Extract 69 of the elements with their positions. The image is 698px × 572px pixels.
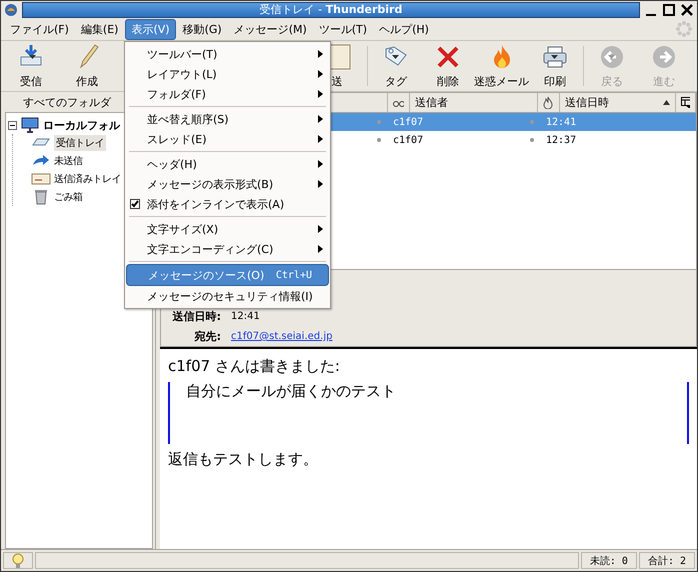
submenu-arrow-icon (318, 90, 323, 98)
toolbar-button[interactable]: 受信 (3, 43, 59, 89)
checkbox[interactable] (130, 199, 140, 209)
menu-entry[interactable]: ツールバー(T) (126, 44, 329, 64)
menu-entry[interactable]: レイアウト(L) (126, 64, 329, 84)
submenu-arrow-icon (318, 160, 323, 168)
submenu-arrow-icon (318, 70, 323, 78)
toolbar-button[interactable]: 作成 (59, 43, 115, 89)
folder-pane-title: すべてのフォルダ (23, 94, 111, 110)
flame-icon[interactable] (543, 96, 553, 109)
toolbar-button[interactable]: 迷惑メール (474, 43, 529, 89)
lightbulb-icon (12, 552, 24, 568)
menu-item[interactable]: ツール(T) (314, 20, 372, 38)
window-title: 受信トレイ - Thunderbird (22, 2, 640, 18)
email-link[interactable]: c1f07@st.seiai.ed.jp (231, 331, 332, 342)
glasses-icon[interactable] (393, 98, 404, 106)
menu-entry[interactable]: ヘッダ(H) (126, 154, 329, 174)
menu-entry[interactable]: メッセージのセキュリティ情報(I) (126, 286, 329, 306)
app-logo-icon (4, 2, 18, 16)
sender-cell-text: c1f07 (392, 134, 424, 146)
menu-entry[interactable]: メッセージの表示形式(B) (126, 174, 329, 194)
envelope-icon (31, 171, 51, 187)
menu-item[interactable]: 表示(V) (125, 18, 176, 40)
attribution-line: c1f07 さんは書きました: (168, 357, 341, 376)
menu-entry[interactable]: フォルダ(F) (126, 84, 329, 104)
submenu-arrow-icon (318, 50, 323, 58)
close-icon[interactable] (680, 2, 694, 16)
menu-item[interactable]: ファイル(F) (5, 20, 74, 38)
menu-entry[interactable]: 文字サイズ(X) (126, 219, 329, 239)
header-label: 宛先: (193, 329, 221, 344)
folder-item[interactable]: ごみ箱 (54, 190, 83, 204)
sender-cell-text: c1f07 (392, 116, 424, 128)
throbber-icon (675, 20, 693, 38)
collapse-icon[interactable] (8, 120, 17, 130)
column-header[interactable]: 送信日時 (560, 93, 676, 112)
folder-item[interactable]: 未送信 (54, 154, 83, 168)
submenu-arrow-icon (318, 180, 323, 188)
column-picker-icon[interactable] (681, 97, 690, 108)
submenu-arrow-icon (318, 245, 323, 253)
header-label: 送信日時: (172, 309, 221, 324)
menu-entry[interactable]: スレッド(E) (126, 129, 329, 149)
sort-arrow-icon (663, 100, 670, 105)
menu-entry[interactable]: メッセージのソース(O) Ctrl+U (126, 264, 329, 286)
computer-icon (20, 117, 40, 133)
toolbar-button[interactable]: 印刷 (529, 43, 581, 89)
unread-count: 未読: 0 (580, 552, 637, 569)
menu-entry[interactable]: 文字エンコーディング(C) (126, 239, 329, 259)
menu-item[interactable]: メッセージ(M) (228, 20, 312, 38)
submenu-arrow-icon (318, 135, 323, 143)
shortcut-text: Ctrl+U (276, 270, 313, 280)
total-count: 合計: 2 (638, 552, 695, 569)
menu-entry[interactable]: 添付をインラインで表示(A) (126, 194, 329, 214)
submenu-arrow-icon (318, 115, 323, 123)
folder-item[interactable]: 受信トレイ (54, 135, 106, 151)
menu-item[interactable]: ヘルプ(H) (374, 20, 434, 38)
toolbar-button[interactable]: 削除 (422, 43, 474, 89)
menu-item[interactable]: 移動(G) (178, 20, 227, 38)
folder-item[interactable]: ローカルフォル (43, 118, 120, 132)
submenu-arrow-icon (318, 225, 323, 233)
date-cell-text: 12:41 (545, 116, 578, 128)
menu-item[interactable]: 編集(E) (76, 20, 124, 38)
folder-item[interactable]: 送信済みトレイ (54, 172, 122, 186)
date-cell-text: 12:37 (545, 134, 578, 146)
toolbar-button[interactable]: タグ (370, 43, 422, 89)
column-header[interactable]: 送信者 (410, 93, 538, 112)
header-value: 12:41 (231, 311, 260, 322)
maximize-icon[interactable] (662, 2, 676, 16)
reply-text: 返信もテストします。 (168, 450, 319, 469)
quoted-text: 自分にメールが届くかのテスト (168, 382, 689, 444)
